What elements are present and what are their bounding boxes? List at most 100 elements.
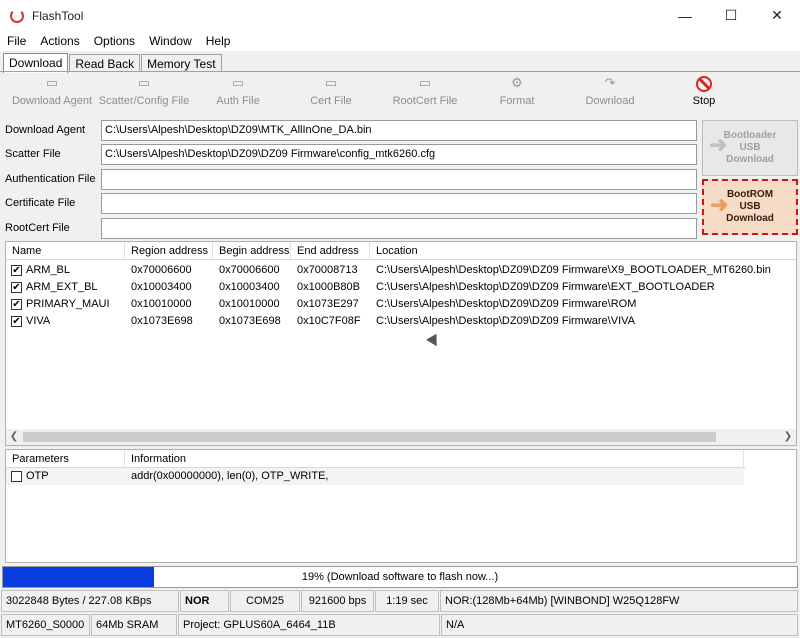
chip-name: MT6260_S0000 [1, 614, 90, 636]
column-header-parameters[interactable]: Parameters [6, 450, 125, 468]
region-location: C:\Users\Alpesh\Desktop\DZ09\DZ09 Firmwa… [376, 298, 637, 310]
download-button[interactable]: ↷ Download [565, 76, 655, 112]
bootloader-line3: Download [726, 154, 774, 165]
bootloader-line1: Bootloader [723, 130, 777, 141]
flash-type: NOR [180, 590, 229, 612]
stop-button[interactable]: Stop [659, 76, 749, 112]
column-header-location[interactable]: Location [370, 242, 796, 260]
certificate-file-field[interactable] [101, 193, 697, 214]
stop-label: Stop [692, 95, 716, 107]
region-location: C:\Users\Alpesh\Desktop\DZ09\DZ09 Firmwa… [376, 281, 715, 293]
region-checkbox[interactable]: ✔ [11, 265, 22, 276]
rootcert-file-field[interactable] [101, 218, 697, 239]
cert-file-button[interactable]: ▭ Cert File [286, 76, 376, 112]
param-name: OTP [26, 470, 49, 482]
regions-table-header: Name Region address Begin address End ad… [6, 242, 796, 260]
format-button[interactable]: ⚙ Format [472, 76, 562, 112]
window-title: FlashTool [32, 8, 84, 23]
download-agent-field[interactable]: C:\Users\Alpesh\Desktop\DZ09\MTK_AllInOn… [101, 120, 697, 141]
folder-open-icon: ▭ [324, 75, 338, 90]
minimize-button[interactable]: — [662, 0, 708, 31]
scroll-right-icon[interactable]: ❯ [780, 430, 796, 444]
scatter-file-field-label: Scatter File [5, 148, 61, 160]
column-header-begin-address[interactable]: Begin address [213, 242, 291, 260]
menu-window[interactable]: Window [142, 34, 199, 48]
bootrom-usb-download-button[interactable]: ➜ BootROM USB Download [702, 179, 798, 235]
elapsed-time: 1:19 sec [375, 590, 439, 612]
folder-open-icon: ▭ [45, 75, 59, 90]
region-checkbox[interactable]: ✔ [11, 316, 22, 327]
rootcert-file-row: RootCert File [0, 216, 700, 240]
folder-open-icon: ▭ [137, 75, 151, 90]
scatter-file-row: Scatter File C:\Users\Alpesh\Desktop\DZ0… [0, 142, 700, 166]
tab-read-back[interactable]: Read Back [69, 54, 141, 72]
table-row[interactable]: OTP addr(0x00000000), len(0), OTP_WRITE, [6, 468, 744, 485]
region-name: VIVA [26, 315, 51, 327]
scatter-config-label: Scatter/Config File [98, 95, 190, 107]
project-name: Project: GPLUS60A_6464_11B [178, 614, 440, 636]
table-row[interactable]: ✔ PRIMARY_MAUI 0x10010000 0x10010000 0x1… [6, 296, 796, 313]
region-address: 0x70006600 [131, 264, 192, 276]
toolbar: ▭ Download Agent ▭ Scatter/Config File ▭… [0, 76, 800, 112]
region-name: ARM_EXT_BL [26, 281, 98, 293]
region-name: PRIMARY_MAUI [26, 298, 110, 310]
tab-memory-test[interactable]: Memory Test [141, 54, 222, 72]
bootloader-usb-download-button[interactable]: ➜ Bootloader USB Download [702, 120, 798, 176]
menu-file[interactable]: File [0, 34, 33, 48]
status-bar-secondary: MT6260_S0000 64Mb SRAM Project: GPLUS60A… [0, 613, 800, 637]
parameters-table: Parameters Information OTP addr(0x000000… [5, 449, 797, 563]
menu-options[interactable]: Options [87, 34, 142, 48]
menu-help[interactable]: Help [199, 34, 238, 48]
tab-divider [0, 71, 800, 72]
region-checkbox[interactable]: ✔ [11, 282, 22, 293]
end-address: 0x1000B80B [297, 281, 360, 293]
begin-address: 0x70006600 [219, 264, 280, 276]
sram-info: 64Mb SRAM [91, 614, 177, 636]
download-label: Download [585, 95, 635, 107]
bootloader-line2: USB [739, 142, 761, 153]
format-label: Format [499, 95, 535, 107]
table-row[interactable]: ✔ VIVA 0x1073E698 0x1073E698 0x10C7F08F … [6, 313, 796, 330]
auth-file-button[interactable]: ▭ Auth File [193, 76, 283, 112]
scrollbar-thumb[interactable] [23, 432, 716, 442]
download-agent-button[interactable]: ▭ Download Agent [7, 76, 97, 112]
rootcert-file-label: RootCert File [392, 95, 458, 107]
authentication-file-field[interactable] [101, 169, 697, 190]
bootrom-line2: USB [739, 201, 761, 212]
authentication-file-row: Authentication File [0, 167, 700, 191]
column-header-information[interactable]: Information [125, 450, 744, 468]
stop-icon [696, 76, 712, 92]
table-row[interactable]: ✔ ARM_BL 0x70006600 0x70006600 0x7000871… [6, 262, 796, 279]
flash-info: NOR:(128Mb+64Mb) [WINBOND] W25Q128FW [440, 590, 798, 612]
menu-actions[interactable]: Actions [33, 34, 86, 48]
column-header-region-address[interactable]: Region address [125, 242, 213, 260]
cert-file-label: Cert File [310, 95, 352, 107]
region-address: 0x10010000 [131, 298, 192, 310]
bootrom-line3: Download [726, 213, 774, 224]
progress-text: 19% (Download software to flash now...) [301, 571, 499, 583]
horizontal-scrollbar[interactable]: ❮ ❯ [6, 429, 796, 445]
download-agent-field-label: Download Agent [5, 124, 86, 136]
download-arrow-icon: ↷ [604, 75, 616, 90]
table-row[interactable]: ✔ ARM_EXT_BL 0x10003400 0x10003400 0x100… [6, 279, 796, 296]
scatter-file-field[interactable]: C:\Users\Alpesh\Desktop\DZ09\DZ09 Firmwa… [101, 144, 697, 165]
column-header-end-address[interactable]: End address [291, 242, 370, 260]
begin-address: 0x10003400 [219, 281, 280, 293]
tab-download[interactable]: Download [3, 53, 69, 73]
scroll-left-icon[interactable]: ❮ [6, 430, 22, 444]
bootrom-line1: BootROM [726, 189, 774, 200]
close-button[interactable]: ✕ [754, 0, 800, 31]
region-location: C:\Users\Alpesh\Desktop\DZ09\DZ09 Firmwa… [376, 315, 635, 327]
column-header-name[interactable]: Name [6, 242, 125, 260]
maximize-button[interactable]: ☐ [708, 0, 754, 31]
download-agent-label: Download Agent [11, 95, 93, 107]
title-bar: FlashTool — ☐ ✕ [0, 0, 800, 31]
rootcert-file-button[interactable]: ▭ RootCert File [380, 76, 470, 112]
scatter-config-button[interactable]: ▭ Scatter/Config File [99, 76, 189, 112]
param-info: addr(0x00000000), len(0), OTP_WRITE, [131, 470, 329, 482]
region-checkbox[interactable]: ✔ [11, 299, 22, 310]
otp-checkbox[interactable] [11, 471, 22, 482]
rootcert-file-field-label: RootCert File [5, 222, 70, 234]
begin-address: 0x10010000 [219, 298, 280, 310]
parameters-scroll-area [746, 450, 796, 562]
